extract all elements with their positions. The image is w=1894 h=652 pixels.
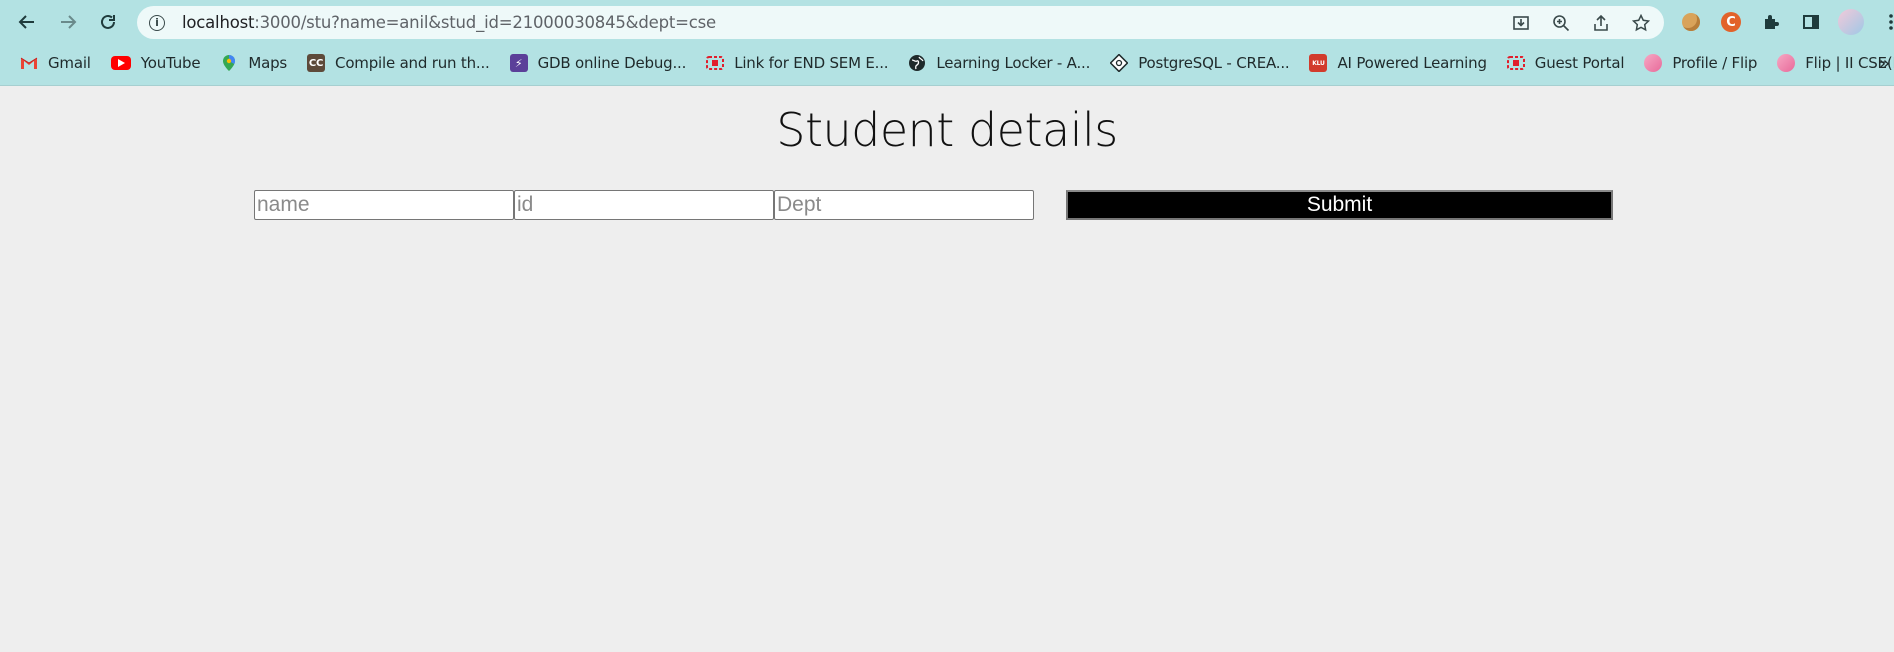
more-menu-icon[interactable] xyxy=(1876,8,1894,36)
compiler-icon: CC xyxy=(307,54,326,72)
globe-icon xyxy=(908,54,926,72)
forward-arrow-icon[interactable] xyxy=(50,6,86,38)
bookmark-end-sem[interactable]: Link for END SEM E... xyxy=(706,54,889,72)
bookmark-youtube[interactable]: YouTube xyxy=(110,54,201,72)
browser-chrome: i localhost:3000/stu?name=anil&stud_id=2… xyxy=(0,0,1894,86)
extensions-area: C xyxy=(1676,8,1894,36)
gmail-icon xyxy=(20,54,38,72)
dept-input[interactable] xyxy=(774,190,1034,220)
url-text[interactable]: localhost:3000/stu?name=anil&stud_id=210… xyxy=(182,13,716,32)
id-input[interactable] xyxy=(514,190,774,220)
bookmark-postgresql[interactable]: PostgreSQL - CREA... xyxy=(1110,54,1290,72)
install-app-icon[interactable] xyxy=(1508,10,1534,36)
link-icon xyxy=(706,54,725,72)
bookmark-label: GDB online Debug... xyxy=(537,54,687,72)
url-host: localhost xyxy=(182,13,255,32)
flip-icon xyxy=(1644,54,1663,72)
cookie-extension-icon[interactable] xyxy=(1676,8,1706,36)
bookmark-label: Compile and run th... xyxy=(335,54,490,72)
share-icon[interactable] xyxy=(1588,10,1614,36)
bookmark-learning-locker[interactable]: Learning Locker - A... xyxy=(908,54,1090,72)
puzzle-extensions-icon[interactable] xyxy=(1756,8,1786,36)
bookmark-label: Maps xyxy=(248,54,288,72)
portal-icon xyxy=(1506,54,1525,72)
bookmark-gmail[interactable]: Gmail xyxy=(20,54,91,72)
side-panel-icon[interactable] xyxy=(1796,8,1826,36)
site-info-icon[interactable]: i xyxy=(149,14,165,31)
flip-icon xyxy=(1777,54,1796,72)
bookmark-label: AI Powered Learning xyxy=(1337,54,1487,72)
name-input[interactable] xyxy=(254,190,514,220)
page-content: Student details Submit xyxy=(0,86,1894,652)
c-extension-icon[interactable]: C xyxy=(1716,8,1746,36)
bookmark-maps[interactable]: Maps xyxy=(220,54,287,72)
bookmark-gdb[interactable]: ⚡ GDB online Debug... xyxy=(509,54,687,72)
bookmark-label: Gmail xyxy=(48,54,91,72)
bookmark-label: YouTube xyxy=(140,54,201,72)
address-bar[interactable]: i localhost:3000/stu?name=anil&stud_id=2… xyxy=(137,6,1664,39)
bookmark-compile[interactable]: CC Compile and run th... xyxy=(307,54,490,72)
gdb-icon: ⚡ xyxy=(509,54,528,72)
page-title: Student details xyxy=(776,103,1118,157)
reload-icon[interactable] xyxy=(90,6,126,38)
address-bar-actions xyxy=(1508,6,1654,39)
bookmark-guest-portal[interactable]: Guest Portal xyxy=(1506,54,1625,72)
back-arrow-icon[interactable] xyxy=(9,6,45,38)
bookmark-label: Profile / Flip xyxy=(1672,54,1758,72)
profile-avatar[interactable] xyxy=(1836,8,1866,36)
youtube-icon xyxy=(110,56,131,70)
bookmark-label: PostgreSQL - CREA... xyxy=(1138,54,1290,72)
submit-button[interactable]: Submit xyxy=(1066,190,1613,220)
more-bookmarks-button[interactable]: » xyxy=(1879,46,1890,80)
bookmark-star-icon[interactable] xyxy=(1628,10,1654,36)
bookmark-label: Learning Locker - A... xyxy=(936,54,1091,72)
maps-icon xyxy=(220,54,238,72)
bookmarks-bar: Gmail YouTube Maps CC Compile and run th… xyxy=(0,46,1894,80)
url-path: :3000/stu?name=anil&stud_id=21000030845&… xyxy=(254,13,716,32)
bookmark-ai-learning[interactable]: KLU AI Powered Learning xyxy=(1309,54,1487,72)
bookmark-label: Link for END SEM E... xyxy=(734,54,889,72)
postgres-icon xyxy=(1110,54,1129,72)
bookmark-flip-cse[interactable]: Flip | II CSE(H)-3 xyxy=(1777,54,1894,72)
bookmark-label: Guest Portal xyxy=(1534,54,1625,72)
bookmark-profile-flip[interactable]: Profile / Flip xyxy=(1644,54,1757,72)
zoom-icon[interactable] xyxy=(1548,10,1574,36)
ai-learning-icon: KLU xyxy=(1309,54,1328,72)
